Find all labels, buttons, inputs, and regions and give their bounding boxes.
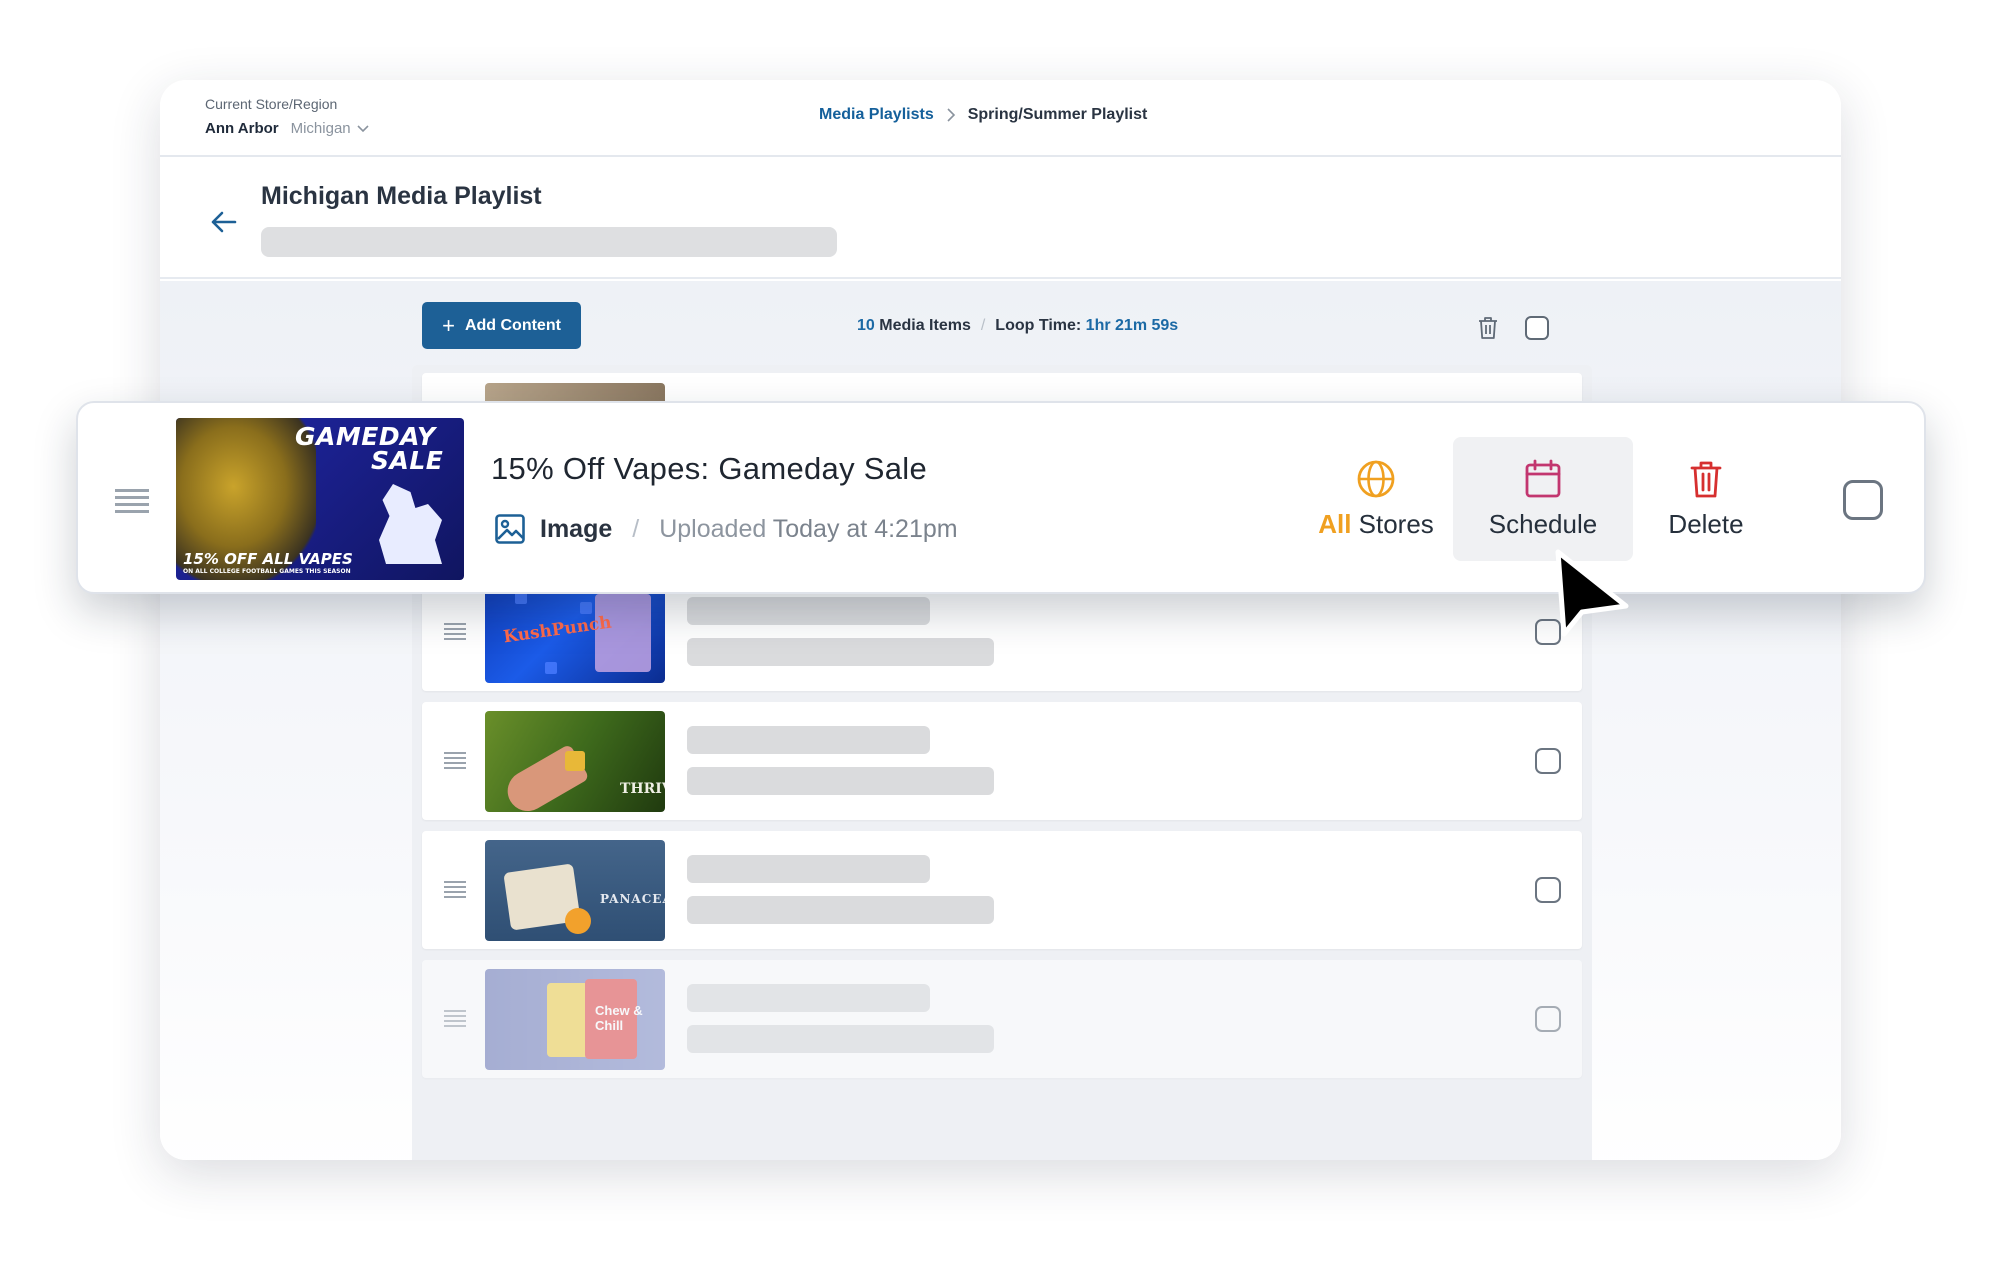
item-checkbox[interactable] — [1535, 877, 1561, 903]
list-item[interactable]: Chew & Chill — [422, 960, 1582, 1078]
title-placeholder — [687, 597, 930, 625]
trash-icon[interactable] — [1476, 315, 1500, 341]
media-thumbnail: Chew & Chill — [485, 969, 665, 1070]
store-label: Current Store/Region — [205, 96, 338, 112]
media-count: 10 — [857, 317, 875, 334]
delete-label: Delete — [1668, 508, 1744, 539]
calendar-icon — [1525, 459, 1561, 497]
item-checkbox[interactable] — [1843, 480, 1883, 520]
media-items-label: Media Items — [879, 317, 971, 334]
item-checkbox[interactable] — [1535, 1006, 1561, 1032]
image-icon — [495, 514, 525, 544]
trash-icon — [1690, 461, 1722, 497]
list-item[interactable]: THRIVE — [422, 702, 1582, 820]
all-stores-label: Stores — [1358, 508, 1434, 539]
add-content-label: Add Content — [464, 316, 561, 334]
chevron-down-icon — [357, 124, 369, 132]
globe-icon — [1357, 460, 1395, 497]
media-thumbnail: GAMEDAY SALE 15% OFF ALL VAPES ON ALL CO… — [176, 418, 464, 580]
select-all-checkbox[interactable] — [1525, 316, 1549, 340]
drag-handle-icon[interactable] — [444, 1010, 466, 1028]
plus-icon: + — [442, 312, 455, 338]
loop-time-value: 1hr 21m 59s — [1085, 317, 1179, 334]
media-thumbnail: KushPunch — [485, 582, 665, 683]
list-item[interactable]: PANACEA — [422, 831, 1582, 949]
thumbnail-offer: 15% OFF ALL VAPES — [183, 550, 353, 568]
store-region-label: Michigan — [290, 120, 351, 137]
drag-handle-icon[interactable] — [444, 752, 466, 770]
media-thumbnail: THRIVE — [485, 711, 665, 812]
delete-button[interactable]: Delete — [1641, 437, 1771, 561]
meta-placeholder — [687, 767, 994, 795]
playlist-stats: 10 Media Items / Loop Time: 1hr 21m 59s — [857, 317, 1179, 334]
thumbnail-text: PANACEA — [600, 892, 665, 906]
add-content-button[interactable]: + Add Content — [422, 302, 581, 349]
thumbnail-headline-2: SALE — [371, 446, 444, 475]
all-stores-prefix: All — [1318, 508, 1352, 539]
media-thumbnail: PANACEA — [485, 840, 665, 941]
item-checkbox[interactable] — [1535, 748, 1561, 774]
media-meta: Image / Uploaded Today at 4:21pm — [494, 513, 958, 545]
meta-placeholder — [687, 896, 994, 924]
uploaded-value: Today at 4:21pm — [772, 514, 958, 543]
media-title: 15% Off Vapes: Gameday Sale — [491, 451, 928, 486]
back-arrow-icon[interactable] — [207, 206, 239, 238]
store-city: Ann Arbor — [205, 120, 279, 137]
title-bar: Michigan Media Playlist — [160, 159, 1841, 279]
uploaded-label: Uploaded — [659, 514, 767, 543]
top-bar: Current Store/Region Ann Arbor Michigan … — [160, 80, 1841, 157]
title-placeholder — [687, 855, 930, 883]
meta-placeholder — [687, 1025, 994, 1053]
schedule-label: Schedule — [1488, 508, 1598, 539]
breadcrumb-current: Spring/Summer Playlist — [967, 106, 1148, 123]
drag-handle-icon[interactable] — [444, 881, 466, 899]
thumbnail-fineprint: ON ALL COLLEGE FOOTBALL GAMES THIS SEASO… — [183, 568, 351, 575]
page-title: Michigan Media Playlist — [261, 182, 542, 210]
media-type: Image — [540, 514, 613, 543]
loop-time-label: Loop Time: — [995, 317, 1082, 334]
breadcrumb-media-playlists[interactable]: Media Playlists — [819, 106, 934, 124]
meta-placeholder — [687, 638, 994, 666]
drag-handle-icon[interactable] — [444, 623, 466, 641]
breadcrumb: Media Playlists Spring/Summer Playlist — [819, 106, 1147, 124]
featured-media-card[interactable]: GAMEDAY SALE 15% OFF ALL VAPES ON ALL CO… — [76, 401, 1926, 594]
schedule-button[interactable]: Schedule — [1453, 437, 1633, 561]
cursor-icon — [1555, 549, 1629, 637]
chevron-right-icon — [947, 108, 955, 122]
store-selector[interactable]: Ann Arbor Michigan — [205, 120, 369, 137]
drag-handle-icon[interactable] — [115, 489, 149, 513]
title-placeholder — [687, 984, 930, 1012]
thumbnail-text: Chew & Chill — [595, 1003, 643, 1033]
title-placeholder — [687, 726, 930, 754]
all-stores-button[interactable]: All Stores — [1296, 437, 1456, 561]
thumbnail-text: THRIVE — [620, 781, 665, 797]
store-region[interactable]: Michigan — [291, 120, 369, 137]
description-placeholder — [261, 227, 837, 257]
